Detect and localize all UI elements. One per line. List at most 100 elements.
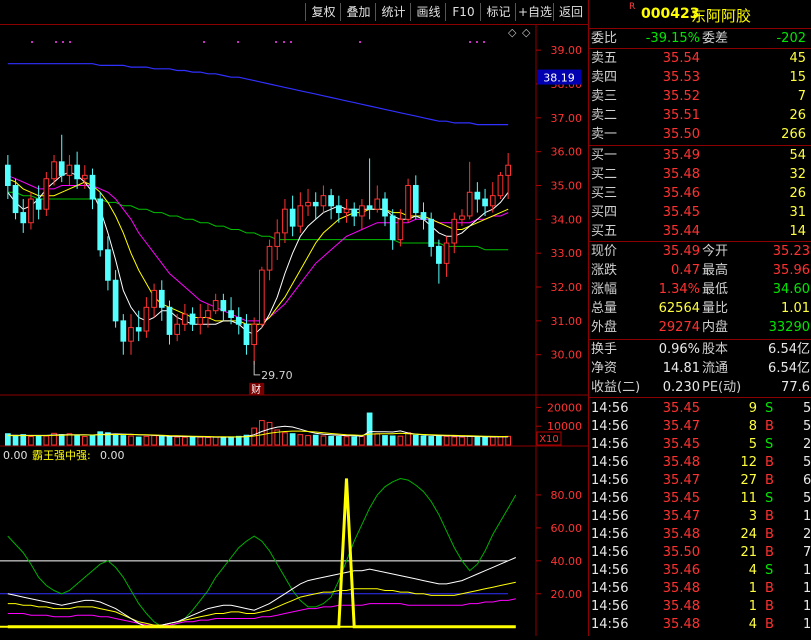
kline-chart-area[interactable]: 39.0038.0037.0036.0035.0034.0033.0032.00…	[0, 0, 588, 636]
buy-level-price: 35.46	[662, 186, 700, 201]
stats-value: 6.54亿	[768, 361, 810, 376]
fuquan-button[interactable]: 复权	[305, 3, 341, 21]
stats-label: 净资	[591, 361, 618, 376]
candle-body	[251, 323, 257, 346]
volume-bar	[297, 434, 304, 446]
buy-level-label: 买四	[591, 205, 618, 220]
event-dot	[359, 41, 361, 43]
event-dot	[62, 41, 64, 43]
volume-tick-label: 10000	[547, 420, 582, 433]
quote-label: 今开	[702, 244, 729, 259]
volume-bar	[112, 433, 119, 446]
candle-body	[335, 205, 342, 214]
draw-line-button[interactable]: 画线	[410, 3, 446, 21]
chart-canvas[interactable]: 39.0038.0037.0036.0035.0034.0033.0032.00…	[0, 0, 588, 636]
ma-blue-line	[7, 63, 509, 126]
tick-volume: 24	[740, 527, 757, 542]
price-tick-label: 35.00	[551, 180, 583, 193]
volume-bar	[197, 436, 204, 446]
event-dot	[290, 41, 292, 43]
tick-row: 14:56 35.47 27 B 6	[589, 472, 811, 489]
price-tick-label: 37.00	[551, 112, 583, 125]
add-favorite-button[interactable]: +自选	[515, 3, 554, 21]
quote-panel: R 000423 东阿阿胶 委比 -39.15% 委差 -202 卖五 35.54…	[588, 0, 811, 636]
volume-ma-yellow-line	[7, 430, 509, 438]
tick-row: 14:56 35.45 5 S 2	[589, 436, 811, 453]
candle-body	[282, 208, 288, 234]
stats-label: 换手	[591, 342, 618, 357]
candle-body	[397, 218, 404, 241]
tick-side: B	[765, 419, 774, 434]
volume-bar	[466, 436, 473, 446]
overlay-button[interactable]: 叠加	[340, 3, 376, 21]
tick-volume: 4	[748, 563, 757, 578]
tick-row: 14:56 35.48 4 B 1	[589, 616, 811, 633]
quote-label: 外盘	[591, 320, 618, 335]
weibi-value: -39.15%	[645, 31, 700, 46]
price-tick-label: 32.00	[551, 281, 583, 294]
candle-body	[466, 191, 473, 217]
candle-body	[35, 198, 42, 210]
f10-button[interactable]: F10	[445, 3, 481, 21]
current-price-label: 38.19	[543, 72, 575, 85]
candle-body	[151, 289, 157, 308]
volume-bar	[351, 436, 358, 446]
volume-bar	[35, 435, 42, 446]
tick-count: 5	[803, 419, 811, 434]
volume-bar	[436, 435, 442, 446]
volume-bar	[428, 436, 435, 446]
candle-body	[235, 316, 242, 325]
tick-volume: 8	[748, 419, 757, 434]
tick-price: 35.48	[662, 527, 700, 542]
volume-bar	[174, 436, 181, 446]
quote-label: 总量	[591, 301, 618, 316]
volume-bar	[420, 435, 427, 446]
buy-level-volume: 31	[789, 205, 806, 220]
price-tick-label: 31.00	[551, 315, 583, 328]
candle-body	[74, 164, 80, 180]
stats-label: 股本	[702, 342, 729, 357]
buy-level-label: 买三	[591, 186, 618, 201]
volume-bar	[58, 434, 65, 446]
buy-level-row: 买一 35.49 54	[589, 147, 811, 164]
volume-bar	[320, 435, 327, 446]
tick-price: 35.47	[662, 419, 700, 434]
mark-button[interactable]: 标记	[480, 3, 516, 21]
stock-name: 东阿阿胶	[691, 7, 752, 25]
candle-body	[328, 195, 334, 207]
sell-level-volume: 26	[789, 108, 806, 123]
candle-body	[51, 161, 57, 180]
tick-price: 35.48	[662, 455, 700, 470]
tick-price: 35.47	[662, 473, 700, 488]
volume-bar	[135, 436, 142, 446]
buy-level-volume: 54	[789, 148, 806, 163]
tick-volume: 5	[748, 437, 757, 452]
tick-time: 14:56	[591, 419, 629, 434]
tick-count: 6	[803, 473, 811, 488]
tick-time: 14:56	[591, 617, 629, 632]
stats-row: 收益(二) 0.230 PE(动) 77.6	[589, 379, 811, 396]
tick-side: B	[765, 545, 774, 560]
volume-bar	[328, 435, 334, 446]
back-button[interactable]: 返回	[553, 3, 588, 21]
candle-body	[105, 249, 111, 281]
volume-bar	[205, 436, 211, 446]
period-diamond-icon: ◇	[508, 26, 517, 39]
sell-level-label: 卖三	[591, 89, 618, 104]
tick-price: 35.45	[662, 401, 700, 416]
tick-time: 14:56	[591, 545, 629, 560]
price-tick-label: 34.00	[551, 213, 583, 226]
candle-body	[58, 161, 65, 176]
price-tick-label: 39.00	[551, 44, 583, 57]
volume-bar	[220, 436, 227, 446]
tick-side: B	[765, 473, 774, 488]
event-dot	[31, 41, 33, 43]
chart-toolbar: 复权 叠加 统计 画线 F10 标记 +自选 返回	[0, 0, 588, 25]
quote-label: 最低	[702, 282, 729, 297]
candle-body	[443, 242, 450, 264]
tick-time: 14:56	[591, 455, 629, 470]
volume-bar	[43, 435, 50, 446]
tick-row: 14:56 35.48 24 B 2	[589, 526, 811, 543]
volume-bar	[235, 435, 242, 446]
statistics-button[interactable]: 统计	[375, 3, 411, 21]
